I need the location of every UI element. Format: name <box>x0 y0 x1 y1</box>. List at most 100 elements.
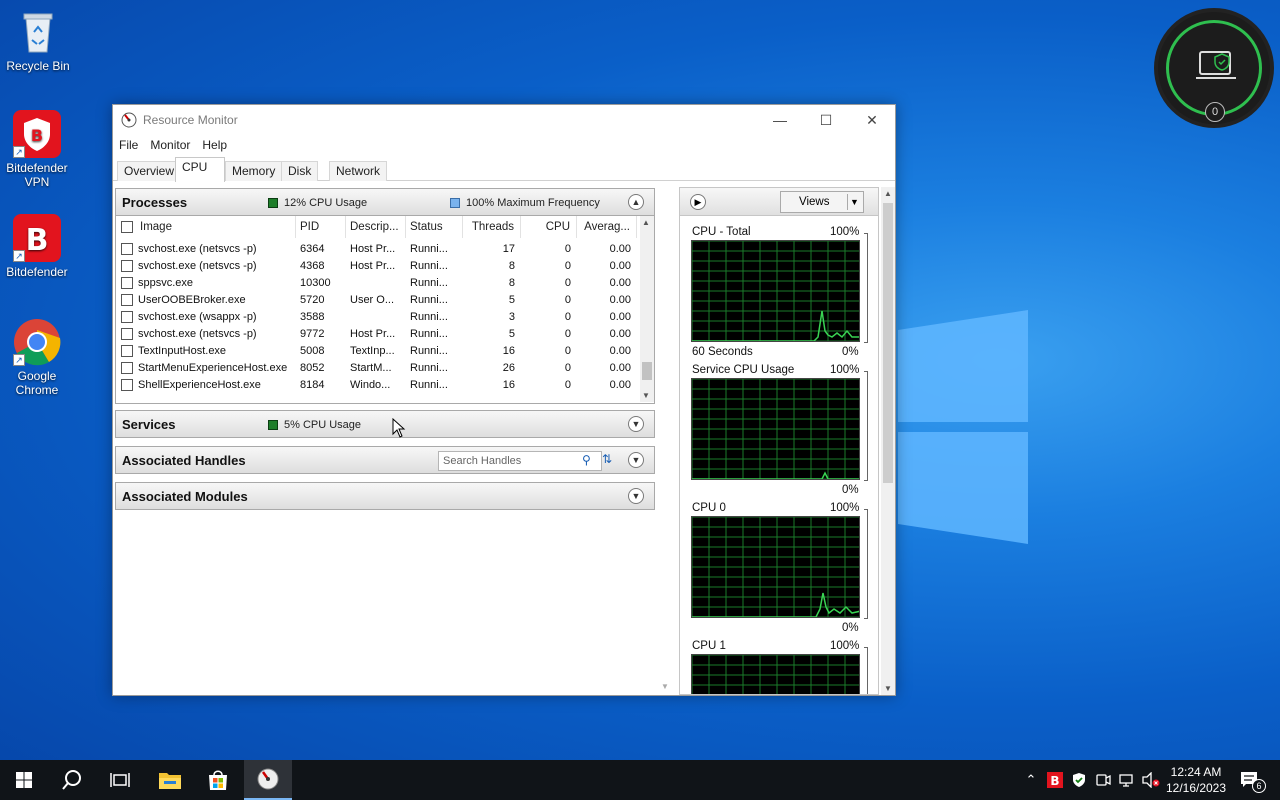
tab-overview[interactable]: Overview <box>117 161 182 181</box>
table-row[interactable]: TextInputHost.exe 5008 TextInp... Runni... 1… <box>116 343 642 360</box>
system-clock[interactable]: 12:24 AM 12/16/2023 <box>1164 764 1228 796</box>
services-header[interactable]: Services 5% CPU Usage ▼ <box>115 410 655 438</box>
cpu-usage-legend: 12% CPU Usage <box>268 197 367 209</box>
row-checkbox[interactable] <box>121 362 133 374</box>
row-checkbox[interactable] <box>121 260 133 272</box>
left-pane: Processes 12% CPU Usage 100% Maximum Fre… <box>113 185 669 695</box>
scroll-down-arrow-icon[interactable]: ▼ <box>661 682 669 691</box>
row-checkbox[interactable] <box>121 328 133 340</box>
associated-modules-header[interactable]: Associated Modules ▼ <box>115 482 655 510</box>
col-description[interactable]: Descrip... <box>346 216 406 238</box>
menu-monitor[interactable]: Monitor <box>150 138 190 152</box>
start-button[interactable] <box>0 760 48 800</box>
windows-security-shield-icon[interactable] <box>1070 771 1088 789</box>
desktop-icon-bitdefender-vpn[interactable]: B ↗ Bitdefender VPN <box>0 110 75 189</box>
volume-muted-icon[interactable] <box>1142 771 1160 789</box>
meet-now-icon[interactable] <box>1094 771 1112 789</box>
table-row[interactable]: svchost.exe (netsvcs -p) 4368 Host Pr... Ru… <box>116 258 642 275</box>
col-average-cpu[interactable]: Averag... <box>577 216 637 238</box>
processes-header[interactable]: Processes 12% CPU Usage 100% Maximum Fre… <box>115 188 655 216</box>
left-pane-scrollbar[interactable]: ▼ <box>659 185 671 695</box>
file-explorer-button[interactable] <box>146 760 194 800</box>
cell-cpu: 0 <box>564 362 571 374</box>
graph-title: CPU 1 <box>692 640 726 652</box>
menu-file[interactable]: File <box>119 138 138 152</box>
show-hidden-icons-chevron-icon[interactable]: ⌃ <box>1022 771 1040 789</box>
expand-graphs-chevron-icon[interactable]: ▶ <box>690 194 706 210</box>
search-icon <box>62 770 81 790</box>
associated-handles-header[interactable]: Associated Handles Search Handles ⚲ ⇅ ▼ <box>115 446 655 474</box>
expand-chevron-down-icon[interactable]: ▼ <box>628 488 644 504</box>
search-handles-input[interactable]: Search Handles <box>438 451 602 471</box>
cell-cpu: 0 <box>564 294 571 306</box>
minimize-button[interactable]: — <box>757 105 803 135</box>
search-button[interactable] <box>48 760 96 800</box>
title-bar[interactable]: Resource Monitor — ☐ ✕ <box>113 105 895 135</box>
tab-cpu[interactable]: CPU <box>175 157 225 182</box>
cell-image: ShellExperienceHost.exe <box>138 379 261 391</box>
tab-memory[interactable]: Memory <box>225 161 283 181</box>
desktop-icon-recycle-bin[interactable]: Recycle Bin <box>0 8 76 73</box>
services-cpu-legend: 5% CPU Usage <box>268 419 361 431</box>
row-checkbox[interactable] <box>121 294 133 306</box>
views-dropdown-arrow-icon[interactable]: ▼ <box>847 194 861 210</box>
expand-chevron-down-icon[interactable]: ▼ <box>628 416 644 432</box>
row-checkbox[interactable] <box>121 379 133 391</box>
col-status[interactable]: Status <box>406 216 463 238</box>
network-icon[interactable] <box>1118 771 1136 789</box>
desktop-icon-google-chrome[interactable]: ↗ Google Chrome <box>0 318 75 397</box>
scroll-up-arrow-icon[interactable]: ▲ <box>884 189 892 198</box>
table-row[interactable]: svchost.exe (netsvcs -p) 6364 Host Pr... Ru… <box>116 241 642 258</box>
search-icon[interactable]: ⚲ <box>582 453 591 467</box>
frequency-swatch <box>450 198 460 208</box>
views-button[interactable]: Views ▼ <box>780 191 864 213</box>
cell-description: StartM... <box>350 362 392 374</box>
refresh-search-icon[interactable]: ⇅ <box>602 452 612 466</box>
table-row[interactable]: UserOOBEBroker.exe 5720 User O... Runni... 5… <box>116 292 642 309</box>
row-checkbox[interactable] <box>121 311 133 323</box>
graphs-scrollbar[interactable]: ▲ ▼ <box>881 187 895 695</box>
tab-network[interactable]: Network <box>329 161 388 181</box>
menu-help[interactable]: Help <box>202 138 227 152</box>
scroll-down-arrow-icon[interactable]: ▼ <box>884 684 892 693</box>
windows-start-icon <box>16 772 32 788</box>
table-row[interactable]: ShellExperienceHost.exe 8184 Windo... Runni… <box>116 377 642 394</box>
graphs-scroll-thumb[interactable] <box>883 203 893 483</box>
scroll-thumb[interactable] <box>642 362 652 380</box>
col-threads[interactable]: Threads <box>463 216 521 238</box>
maximize-button[interactable]: ☐ <box>803 105 849 135</box>
expand-chevron-down-icon[interactable]: ▼ <box>628 452 644 468</box>
desktop-icon-bitdefender[interactable]: B ↗ Bitdefender <box>0 214 75 279</box>
resource-monitor-taskbar-button[interactable] <box>244 760 292 800</box>
cell-threads: 5 <box>508 328 515 340</box>
col-cpu[interactable]: CPU <box>521 216 577 238</box>
table-row[interactable]: svchost.exe (netsvcs -p) 9772 Host Pr... Ru… <box>116 326 642 343</box>
cell-average-cpu: 0.00 <box>609 243 631 255</box>
security-widget[interactable]: 0 <box>1154 8 1274 128</box>
cell-image: StartMenuExperienceHost.exe <box>138 362 288 374</box>
scroll-up-arrow-icon[interactable]: ▲ <box>642 218 650 227</box>
recycle-bin-icon <box>14 8 62 56</box>
graph-scale-bracket <box>864 233 868 343</box>
col-image[interactable]: Image <box>136 216 296 238</box>
table-row[interactable]: svchost.exe (wsappx -p) 3588 Runni... 3 0 0.0… <box>116 309 642 326</box>
bitdefender-tray-icon[interactable]: B <box>1046 771 1064 789</box>
row-checkbox[interactable] <box>121 243 133 255</box>
graph-scale-bracket <box>864 371 868 481</box>
close-button[interactable]: ✕ <box>849 105 895 135</box>
cell-pid: 5720 <box>300 294 325 306</box>
table-row[interactable]: StartMenuExperienceHost.exe 8052 StartM...… <box>116 360 642 377</box>
action-center-notification-icon[interactable]: 6 <box>1238 771 1266 793</box>
processes-table-scrollbar[interactable]: ▲ ▼ <box>640 216 654 402</box>
row-checkbox[interactable] <box>121 345 133 357</box>
tab-disk[interactable]: Disk <box>281 161 319 181</box>
resource-monitor-window: Resource Monitor — ☐ ✕ File Monitor Help… <box>112 104 896 696</box>
collapse-chevron-up-icon[interactable]: ▲ <box>628 194 644 210</box>
col-pid[interactable]: PID <box>296 216 346 238</box>
scroll-down-arrow-icon[interactable]: ▼ <box>642 391 650 400</box>
table-row[interactable]: sppsvc.exe 10300 Runni... 8 0 0.00 <box>116 275 642 292</box>
select-all-checkbox[interactable] <box>121 221 133 233</box>
row-checkbox[interactable] <box>121 277 133 289</box>
microsoft-store-button[interactable] <box>194 760 242 800</box>
task-view-button[interactable] <box>96 760 144 800</box>
